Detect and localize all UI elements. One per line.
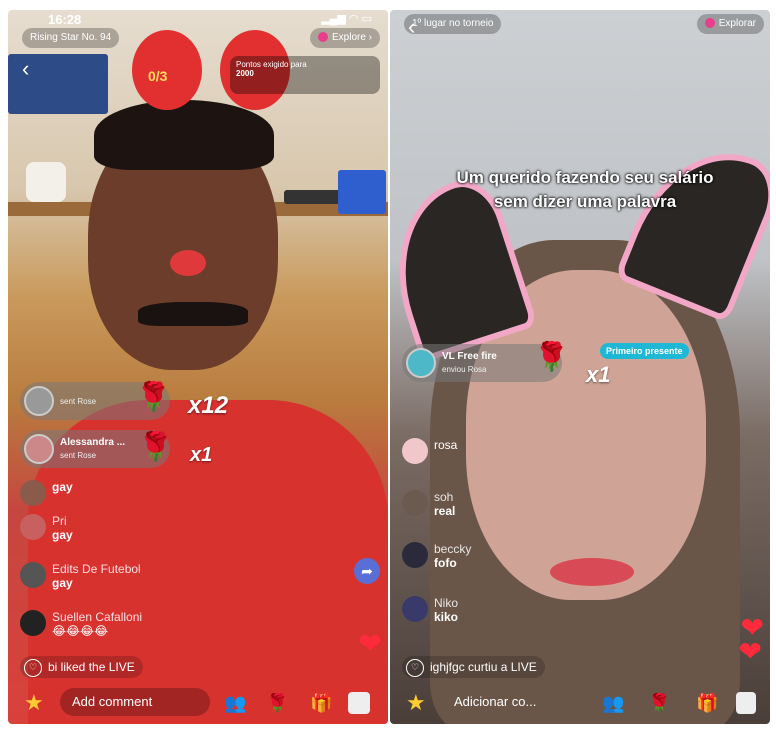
comment-message: real	[434, 504, 456, 518]
status-icons: ▂▄▆ ◠ ▭	[321, 13, 372, 25]
back-arrow-icon[interactable]: ‹	[22, 56, 29, 82]
more-icon[interactable]	[348, 692, 370, 714]
avatar	[20, 562, 46, 588]
more-icon[interactable]	[736, 692, 756, 714]
explore-button[interactable]: Explore ›	[309, 28, 380, 48]
star-icon[interactable]: ★	[406, 690, 426, 716]
comment-item: gay	[20, 480, 73, 506]
comment-item: Niko kiko	[402, 596, 458, 624]
rose-icon: 🌹	[136, 381, 171, 412]
avatar	[24, 386, 54, 416]
rank-pill-label: 1º lugar no torneio	[412, 18, 494, 29]
comment-message: gay	[52, 528, 73, 542]
comment-name: Edits De Futebol	[52, 562, 141, 576]
comment-name: Pri	[52, 514, 67, 528]
comment-name: Suellen Cafalloni	[52, 610, 143, 624]
comment-name: Niko	[434, 596, 459, 610]
avatar	[20, 480, 46, 506]
rose-gift-icon[interactable]: 🌹	[266, 693, 288, 714]
mustache	[138, 302, 248, 326]
gift-multiplier: x1	[586, 362, 611, 387]
background-router	[284, 190, 344, 204]
avatar	[20, 610, 46, 636]
first-gift-badge: Primeiro presente	[600, 343, 689, 359]
share-icon[interactable]: ➦	[354, 558, 380, 584]
rank-pill[interactable]: 1º lugar no torneio	[404, 14, 502, 34]
bottom-bar: ★ Add comment 👥 🌹 🎁	[8, 684, 388, 724]
points-line1: Pontos exigido para	[236, 60, 307, 69]
gift-sub: enviou Rosa	[442, 365, 487, 374]
rose-icon: 🌹	[138, 431, 173, 462]
liked-live-notice: ♡ bi liked the LIVE	[20, 656, 143, 678]
avatar	[406, 348, 436, 378]
right-live-stream: 1º lugar no torneio Explorar ‹ Um querid…	[390, 10, 770, 724]
back-arrow-icon[interactable]: ‹	[408, 14, 415, 40]
rank-pill-label: Rising Star No. 94	[30, 32, 112, 43]
comment-name: soh	[434, 490, 454, 504]
liked-text: ighjfgc curtiu a LIVE	[430, 660, 537, 674]
star-icon[interactable]: ★	[24, 690, 44, 716]
comment-item: rosa	[402, 438, 457, 464]
gift-multiplier: x12	[188, 392, 229, 419]
gift-sender-name: Alessandra ...	[60, 437, 126, 448]
comment-message: 😂😂😂😂	[52, 624, 109, 638]
gift-icon[interactable]: 🎁	[310, 693, 332, 714]
comment-item: Suellen Cafalloni 😂😂😂😂	[20, 610, 142, 638]
top-bar: 1º lugar no torneio Explorar	[390, 10, 770, 50]
comment-message: kiko	[434, 610, 459, 624]
gift-sub: sent Rose	[60, 396, 97, 406]
left-live-stream: 16:28 ▂▄▆ ◠ ▭ Rising Star No. 94 Explore…	[8, 10, 388, 724]
gift-multiplier: x1	[190, 444, 213, 466]
liked-live-notice: ♡ ighjfgc curtiu a LIVE	[402, 656, 545, 678]
floating-heart-icon: ❤	[738, 636, 762, 667]
comment-message: gay	[52, 480, 73, 494]
rose-gift-icon[interactable]: 🌹	[648, 693, 670, 714]
explore-dot-icon	[704, 18, 715, 29]
explore-label: Explore	[331, 32, 366, 43]
top-bar: 16:28 ▂▄▆ ◠ ▭ Rising Star No. 94 Explore…	[8, 10, 388, 50]
video-caption: Um querido fazendo seu salário sem dizer…	[456, 168, 714, 211]
heart-outline-icon: ♡	[406, 658, 424, 677]
liked-text: bi liked the LIVE	[48, 660, 135, 674]
gift-icon[interactable]: 🎁	[696, 693, 718, 714]
gift-sender-name: VL Free fire	[442, 351, 497, 362]
explore-label: Explorar	[718, 18, 756, 29]
comment-item: Pri gay	[20, 514, 73, 542]
comment-message: rosa	[434, 438, 458, 452]
lips	[550, 558, 634, 586]
points-line2: 2000	[236, 69, 254, 78]
people-icon[interactable]: 👥	[602, 693, 624, 714]
explore-button[interactable]: Explorar	[696, 14, 764, 34]
status-time: 16:28	[48, 12, 82, 27]
rose-icon: 🌹	[534, 341, 569, 372]
background-bag	[338, 170, 386, 214]
floating-heart-icon: ❤	[358, 628, 382, 659]
avatar	[402, 596, 428, 622]
comment-name: beccky	[434, 542, 472, 556]
score-counter: 0/3	[148, 68, 168, 84]
comment-item: beccky fofo	[402, 542, 471, 570]
people-icon[interactable]: 👥	[224, 693, 246, 714]
explore-dot-icon	[317, 32, 328, 43]
avatar	[402, 542, 428, 568]
heart-outline-icon: ♡	[24, 658, 42, 677]
avatar	[24, 434, 54, 464]
points-box: Pontos exigido para 2000	[230, 56, 380, 94]
clown-nose	[170, 250, 206, 276]
add-comment-input[interactable]: Adicionar co...	[442, 688, 582, 716]
comment-item: Edits De Futebol gay	[20, 562, 141, 590]
background-cup	[26, 162, 66, 202]
rank-pill[interactable]: Rising Star No. 94	[22, 28, 120, 48]
bottom-bar: ★ Adicionar co... 👥 🌹 🎁	[390, 684, 770, 724]
avatar	[402, 438, 428, 464]
comment-message: fofo	[434, 556, 457, 570]
comment-item: soh real	[402, 490, 455, 518]
comment-message: gay	[52, 576, 73, 590]
add-comment-input[interactable]: Add comment	[60, 688, 210, 716]
streamer-hair	[94, 100, 274, 170]
avatar	[402, 490, 428, 516]
gift-sub: sent Rose	[60, 451, 97, 460]
avatar	[20, 514, 46, 540]
